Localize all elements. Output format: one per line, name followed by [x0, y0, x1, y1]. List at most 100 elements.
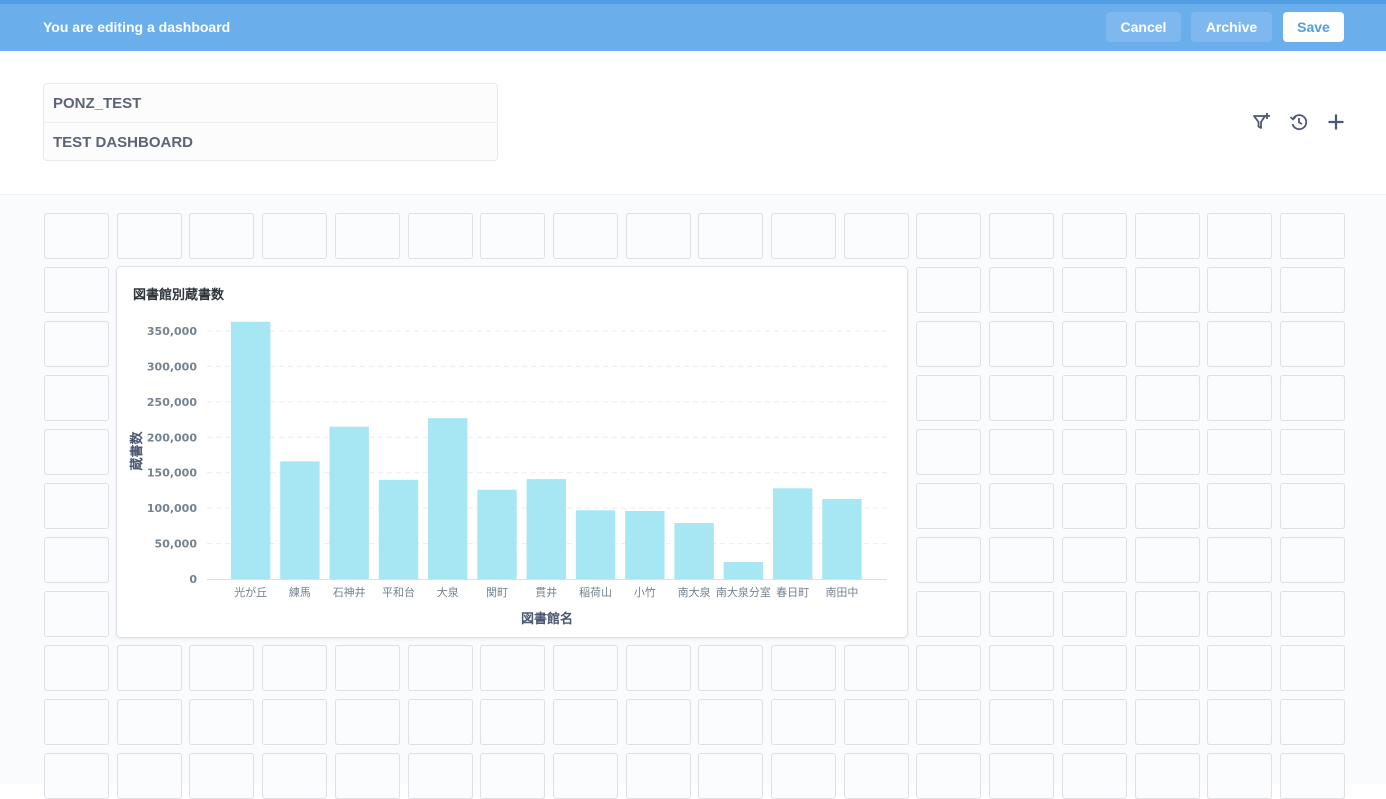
- grid-cell: [1207, 645, 1273, 691]
- dashboard-name-field[interactable]: TEST DASHBOARD: [44, 122, 497, 161]
- grid-cell: [552, 699, 618, 745]
- grid-cell: [989, 699, 1055, 745]
- grid-cell: [916, 699, 982, 745]
- grid-cell: [480, 213, 546, 259]
- grid-cell: [262, 699, 328, 745]
- grid-cell: [916, 267, 982, 313]
- history-icon[interactable]: [1288, 111, 1310, 133]
- bar-chart: 0 50,000 100,000 150,000 200,000 250,000 300,0…: [129, 321, 887, 627]
- grid-cell: [334, 753, 400, 799]
- grid-cell: [1061, 591, 1127, 637]
- grid-cell: [1279, 645, 1345, 691]
- grid-cell: [1134, 321, 1200, 367]
- x-tick-label: 石神井: [333, 585, 366, 599]
- grid-cell: [916, 375, 982, 421]
- grid-cell: [843, 699, 909, 745]
- grid-cell: [480, 753, 546, 799]
- grid-cell: [1061, 321, 1127, 367]
- y-tick-label: 100,000: [147, 502, 197, 515]
- question-card[interactable]: 図書館別蔵書数 0 50,000 100,000 150,000 200,000 250,…: [116, 266, 908, 638]
- grid-cell: [116, 753, 182, 799]
- grid-cell: [1279, 591, 1345, 637]
- grid-cell: [44, 591, 109, 637]
- grid-cell: [1134, 699, 1200, 745]
- dashboard-header: PONZ_TEST TEST DASHBOARD: [0, 51, 1386, 195]
- grid-cell: [916, 321, 982, 367]
- grid-cell: [189, 753, 255, 799]
- grid-cell: [1207, 267, 1273, 313]
- grid-cell: [1207, 429, 1273, 475]
- bar: [329, 426, 369, 579]
- grid-cell: [989, 213, 1055, 259]
- grid-cell: [698, 213, 764, 259]
- grid-cell: [989, 375, 1055, 421]
- grid-cell: [989, 483, 1055, 529]
- grid-cell: [989, 591, 1055, 637]
- grid-cell: [916, 645, 982, 691]
- grid-cell: [552, 753, 618, 799]
- grid-cell: [698, 753, 764, 799]
- edit-mode-message: You are editing a dashboard: [43, 19, 231, 35]
- grid-cell: [1279, 753, 1345, 799]
- grid-cell: [44, 429, 109, 475]
- x-axis-title: 図書館名: [521, 611, 573, 627]
- grid-cell: [44, 321, 109, 367]
- grid-cell: [989, 321, 1055, 367]
- add-filter-icon[interactable]: [1251, 111, 1273, 133]
- cancel-button[interactable]: Cancel: [1106, 12, 1181, 42]
- y-tick-label: 300,000: [147, 360, 197, 373]
- grid-cell: [407, 699, 473, 745]
- grid-cell: [916, 753, 982, 799]
- grid-cell: [334, 645, 400, 691]
- grid-cell: [1207, 753, 1273, 799]
- x-tick-label: 練馬: [289, 585, 311, 599]
- grid-cell: [1061, 375, 1127, 421]
- bar: [723, 561, 764, 579]
- grid-cell: [1207, 591, 1273, 637]
- archive-button[interactable]: Archive: [1191, 12, 1272, 42]
- grid-cell: [262, 645, 328, 691]
- grid-cell: [698, 699, 764, 745]
- grid-cell: [771, 699, 836, 745]
- y-tick-label: 150,000: [147, 467, 197, 480]
- grid-cell: [1134, 483, 1200, 529]
- grid-cell: [334, 699, 400, 745]
- grid-cell: [989, 753, 1055, 799]
- grid-cell: [44, 753, 109, 799]
- grid-cell: [116, 213, 182, 259]
- grid-cell: [916, 213, 982, 259]
- grid-cell: [1061, 537, 1127, 583]
- bar: [822, 498, 862, 579]
- x-tick-label: 南大泉: [678, 585, 711, 599]
- grid-cell: [189, 645, 255, 691]
- grid-cell: [44, 645, 109, 691]
- grid-cell: [625, 699, 691, 745]
- x-tick-label: 関町: [486, 586, 508, 599]
- add-question-icon[interactable]: [1325, 111, 1347, 133]
- bar: [230, 321, 271, 579]
- grid-cell: [44, 537, 109, 583]
- x-tick-label: 貫井: [535, 585, 557, 599]
- grid-cell: [1134, 429, 1200, 475]
- grid-cell: [1207, 699, 1273, 745]
- grid-cell: [1061, 267, 1127, 313]
- y-tick-label: 50,000: [155, 538, 198, 551]
- grid-cell: [843, 645, 909, 691]
- grid-cell: [552, 645, 618, 691]
- grid-cell: [480, 699, 546, 745]
- grid-cell: [1279, 321, 1345, 367]
- save-button[interactable]: Save: [1283, 12, 1344, 42]
- grid-cell: [1207, 321, 1273, 367]
- edit-mode-bar: You are editing a dashboard Cancel Archi…: [0, 0, 1386, 51]
- grid-cell: [771, 213, 836, 259]
- grid-cell: [44, 375, 109, 421]
- grid-cell: [989, 537, 1055, 583]
- grid-cell: [1207, 375, 1273, 421]
- collection-name-field[interactable]: PONZ_TEST: [44, 84, 497, 122]
- grid-cell: [1061, 699, 1127, 745]
- grid-cell: [1134, 213, 1200, 259]
- grid-cell: [262, 753, 328, 799]
- grid-cell: [116, 645, 182, 691]
- bar: [477, 489, 517, 579]
- grid-cell: [189, 213, 255, 259]
